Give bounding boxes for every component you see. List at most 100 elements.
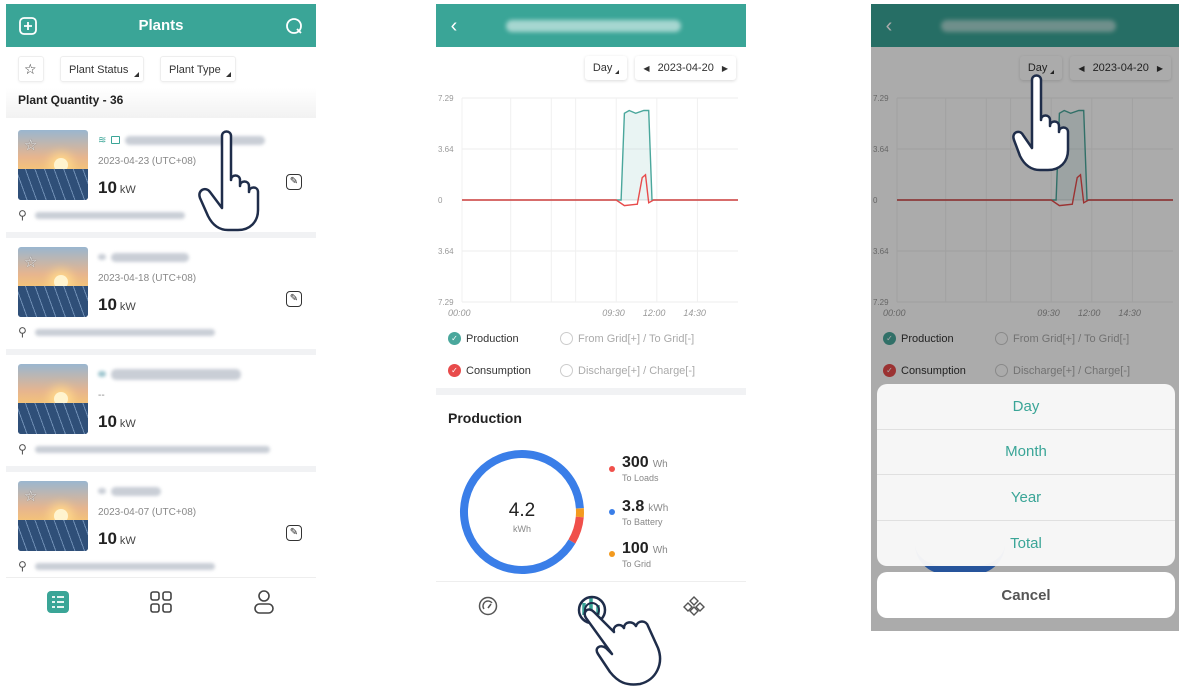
- series-line-production: [462, 109, 738, 201]
- series-line-consumption: [462, 173, 738, 207]
- edit-icon[interactable]: ✎: [286, 291, 302, 307]
- plant-date: 2023-04-07 (UTC+08): [98, 507, 197, 518]
- prev-date-icon[interactable]: ◀: [643, 64, 649, 73]
- legend-row-1: ✓ Production From Grid[+] / To Grid[-]: [436, 332, 746, 356]
- period-dropdown[interactable]: Day: [584, 56, 628, 80]
- plant-card[interactable]: -- 10 kW ⚲: [6, 356, 316, 472]
- plant-name-row: [98, 368, 241, 380]
- date-picker[interactable]: ◀ 2023-04-20 ▶: [635, 56, 736, 80]
- star-icon[interactable]: ☆: [24, 487, 37, 505]
- tab-overview[interactable]: [474, 592, 502, 620]
- donut-unit: kWh: [513, 524, 531, 534]
- x-tick-label: 12:00: [643, 308, 666, 318]
- plant-card[interactable]: ☆ 2023-04-07 (UTC+08) 10 kW ✎ ⚲: [6, 473, 316, 589]
- page-title: Plants: [138, 17, 184, 34]
- top-bar: Plants: [6, 4, 316, 47]
- address-redacted: [34, 562, 215, 570]
- plant-name-row: [98, 485, 161, 497]
- plant-list-screen: Plants ☆ Plant Status Plant Type Plant Q…: [6, 4, 316, 631]
- plant-detail-screen: ‹ Day ◀ 2023-04-20 ▶ 7.29 3.64 0 3.64 7.29 00…: [436, 4, 746, 631]
- tab-dashboard[interactable]: [147, 588, 175, 616]
- x-tick-label: 00:00: [448, 308, 471, 318]
- dropdown-triangle-icon: [134, 72, 139, 77]
- legend-grid[interactable]: From Grid[+] / To Grid[-]: [560, 332, 694, 345]
- user-icon: [254, 590, 274, 614]
- plant-thumbnail: [18, 364, 88, 434]
- favorite-filter-button[interactable]: ☆: [18, 56, 44, 82]
- device-icon: [111, 136, 121, 144]
- top-bar: ‹: [436, 4, 746, 47]
- plant-thumbnail: ☆: [18, 247, 88, 317]
- option-day[interactable]: Day: [877, 384, 1175, 430]
- tab-devices[interactable]: [680, 592, 708, 620]
- plant-date: 2023-04-23 (UTC+08): [98, 156, 197, 167]
- devices-icon: [683, 596, 705, 616]
- wifi-icon: ≋: [98, 134, 107, 146]
- location-icon: ⚲: [18, 559, 27, 573]
- production-section-title: Production: [448, 410, 522, 426]
- star-icon[interactable]: ☆: [24, 136, 37, 154]
- plant-capacity: 10 kW: [98, 529, 136, 548]
- plant-capacity: 10 kW: [98, 295, 136, 314]
- plant-quantity-label: Plant Quantity - 36: [6, 88, 316, 118]
- next-date-icon[interactable]: ▶: [722, 64, 728, 73]
- grid-icon: [150, 591, 172, 613]
- power-line-chart: 7.293.6403.647.2900:00 09:30 12:00 14:30: [438, 94, 738, 318]
- legend-consumption[interactable]: ✓ Consumption: [448, 364, 531, 377]
- legend-row-2: ✓ Consumption Discharge[+] / Charge[-]: [436, 364, 746, 388]
- plant-type-dropdown[interactable]: Plant Type: [160, 56, 236, 82]
- address-redacted: [34, 328, 215, 336]
- location-icon: ⚲: [18, 208, 27, 222]
- option-month[interactable]: Month: [877, 430, 1175, 475]
- location-icon: ⚲: [18, 442, 27, 456]
- tap-hand-icon: [577, 595, 662, 686]
- check-icon: ✓: [448, 364, 461, 377]
- plant-address: ⚲: [18, 325, 215, 339]
- production-area: [462, 110, 738, 200]
- stat-to-loads: 300 Wh To Loads: [622, 454, 668, 483]
- tap-hand-icon: [198, 130, 260, 232]
- plant-name-redacted: [111, 486, 161, 496]
- x-tick-label: 09:30: [602, 308, 625, 318]
- period-options-sheet: Day Month Year Total: [877, 384, 1175, 566]
- to-loads-dot: [609, 466, 615, 472]
- y-tick-label: 3.64: [438, 247, 454, 256]
- plant-name-redacted: [111, 252, 189, 262]
- unchecked-circle-icon: [560, 332, 573, 345]
- option-year[interactable]: Year: [877, 475, 1175, 521]
- to-grid-dot: [609, 551, 615, 557]
- plant-capacity: 10 kW: [98, 412, 136, 431]
- plant-status-dropdown[interactable]: Plant Status: [60, 56, 144, 82]
- period-selector: Day ◀ 2023-04-20 ▶: [584, 56, 736, 80]
- plant-address: ⚲: [18, 559, 215, 573]
- plant-capacity: 10 kW: [98, 178, 136, 197]
- x-tick-label: 14:30: [683, 308, 706, 318]
- legend-production[interactable]: ✓ Production: [448, 332, 519, 345]
- plant-name-row: [98, 251, 189, 263]
- plant-thumbnail: ☆: [18, 481, 88, 551]
- gauge-icon: [478, 596, 498, 616]
- plant-card[interactable]: ☆ 2023-04-18 (UTC+08) 10 kW ✎ ⚲: [6, 239, 316, 355]
- tab-plant-list[interactable]: [44, 588, 72, 616]
- search-icon[interactable]: [284, 16, 304, 36]
- bottom-tab-bar: [6, 577, 316, 631]
- unchecked-circle-icon: [560, 364, 573, 377]
- option-total[interactable]: Total: [877, 521, 1175, 567]
- star-icon: ☆: [24, 61, 37, 77]
- legend-battery[interactable]: Discharge[+] / Charge[-]: [560, 364, 695, 377]
- plant-title-redacted: [506, 20, 681, 32]
- address-redacted: [34, 445, 270, 453]
- tab-profile[interactable]: [250, 588, 278, 616]
- address-redacted: [34, 211, 185, 219]
- donut-total: 4.2: [508, 500, 536, 521]
- star-icon[interactable]: ☆: [24, 253, 37, 271]
- plant-name-redacted: [111, 368, 241, 380]
- to-battery-dot: [609, 509, 615, 515]
- edit-icon[interactable]: ✎: [286, 174, 302, 190]
- edit-icon[interactable]: ✎: [286, 525, 302, 541]
- location-icon: ⚲: [18, 325, 27, 339]
- back-arrow-icon[interactable]: ‹: [444, 15, 464, 37]
- cancel-button[interactable]: Cancel: [877, 572, 1175, 618]
- stat-to-grid: 100 Wh To Grid: [622, 540, 668, 569]
- list-icon: [47, 591, 69, 613]
